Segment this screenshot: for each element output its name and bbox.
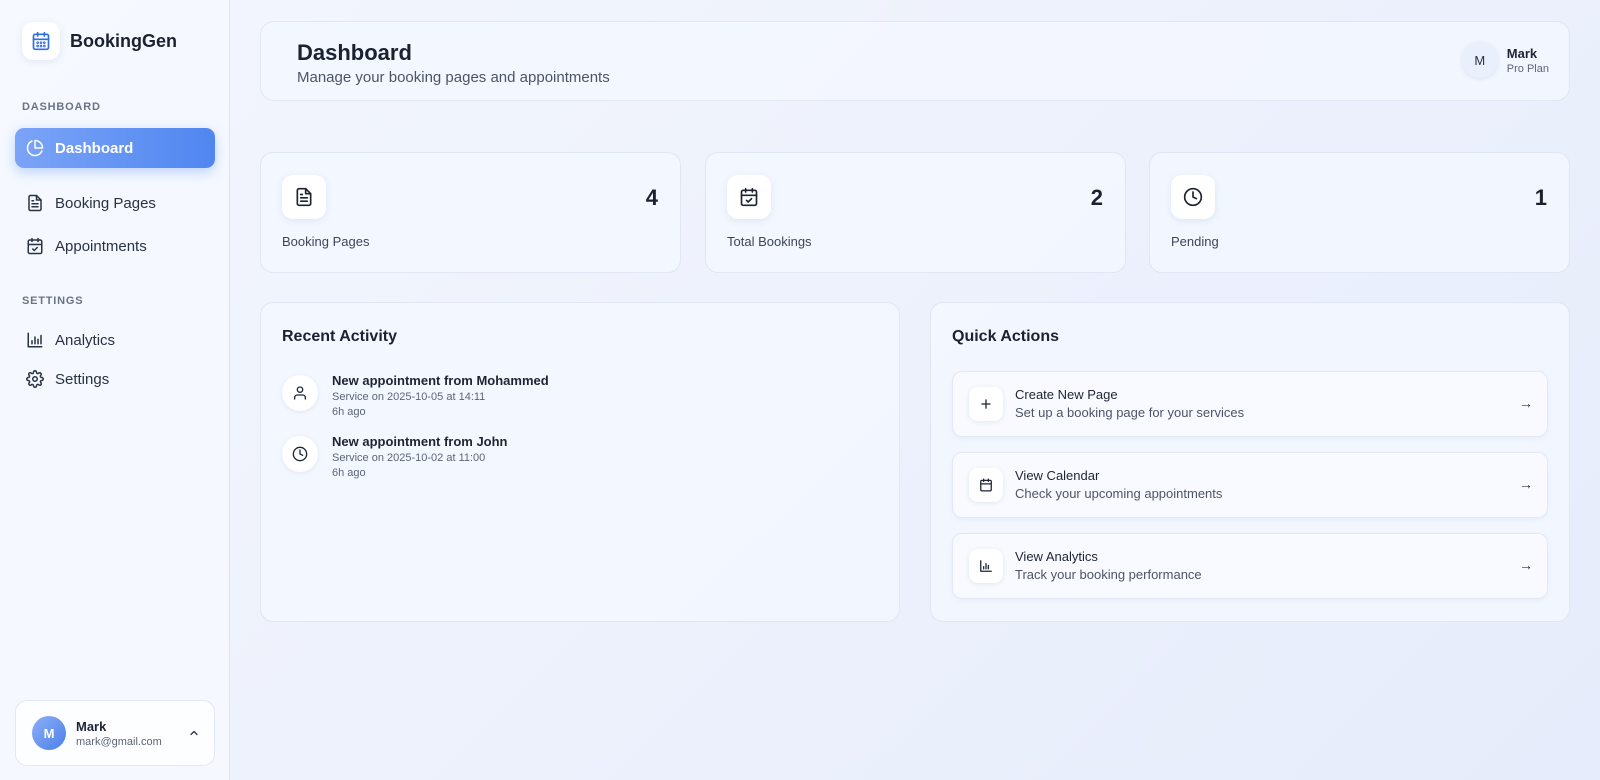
user-name: Mark bbox=[76, 718, 107, 734]
file-text-icon bbox=[282, 175, 326, 219]
panel-title: Recent Activity bbox=[282, 328, 397, 345]
clock-icon bbox=[282, 436, 318, 472]
sidebar-item-analytics[interactable]: Analytics bbox=[15, 320, 215, 360]
stat-value: 2 bbox=[1090, 185, 1103, 210]
list-item[interactable]: New appointment from Mohammed Service on… bbox=[282, 373, 549, 418]
stat-label: Booking Pages bbox=[282, 234, 370, 249]
sidebar-item-label: Appointments bbox=[55, 237, 147, 255]
sidebar-item-label: Settings bbox=[55, 370, 110, 388]
activity-detail: Service on 2025-10-05 at 14:11 bbox=[332, 391, 486, 403]
stat-card-booking-pages: 4 Booking Pages bbox=[260, 152, 681, 273]
bar-chart-icon bbox=[969, 549, 1003, 583]
action-title: Create New Page bbox=[1015, 387, 1118, 402]
user-email: mark@gmail.com bbox=[76, 735, 162, 748]
stat-value: 1 bbox=[1534, 185, 1547, 210]
sidebar-item-booking-pages[interactable]: Booking Pages bbox=[15, 183, 215, 223]
avatar: M bbox=[1461, 42, 1498, 78]
brand[interactable]: BookingGen bbox=[22, 22, 177, 60]
action-title: View Calendar bbox=[1015, 468, 1100, 483]
stat-card-total-bookings: 2 Total Bookings bbox=[705, 152, 1126, 273]
page-header: Dashboard Manage your booking pages and … bbox=[260, 21, 1570, 101]
action-title: View Analytics bbox=[1015, 549, 1098, 564]
calendar-logo-icon bbox=[22, 22, 60, 60]
activity-detail: Service on 2025-10-02 at 11:00 bbox=[332, 452, 486, 464]
arrow-right-icon: → bbox=[1519, 557, 1533, 573]
sidebar-item-settings[interactable]: Settings bbox=[15, 359, 215, 399]
view-analytics-button[interactable]: View Analytics Track your booking perfor… bbox=[952, 533, 1548, 599]
calendar-check-icon bbox=[727, 175, 771, 219]
action-description: Check your upcoming appointments bbox=[1015, 486, 1223, 501]
page-title: Dashboard bbox=[297, 40, 412, 65]
sidebar-item-label: Dashboard bbox=[55, 139, 134, 157]
arrow-right-icon: → bbox=[1519, 476, 1533, 492]
header-user-menu[interactable]: M Mark Pro Plan bbox=[1461, 42, 1549, 78]
activity-time: 6h ago bbox=[332, 467, 366, 479]
pie-chart-icon bbox=[26, 139, 44, 157]
sidebar-item-dashboard[interactable]: Dashboard bbox=[15, 128, 215, 168]
action-description: Track your booking performance bbox=[1015, 567, 1202, 582]
brand-name: BookingGen bbox=[70, 30, 177, 51]
section-label-dashboard: DASHBOARD bbox=[22, 101, 101, 113]
header-user-plan: Pro Plan bbox=[1506, 62, 1549, 75]
recent-activity-panel: Recent Activity New appointment from Moh… bbox=[260, 302, 900, 622]
file-text-icon bbox=[26, 194, 44, 212]
header-user-name: Mark bbox=[1506, 45, 1538, 61]
clock-icon bbox=[1171, 175, 1215, 219]
stat-value: 4 bbox=[645, 185, 658, 210]
activity-title: New appointment from Mohammed bbox=[332, 373, 549, 388]
chevron-up-icon[interactable] bbox=[188, 727, 200, 739]
arrow-right-icon: → bbox=[1519, 395, 1533, 411]
section-label-settings: SETTINGS bbox=[22, 295, 84, 307]
activity-time: 6h ago bbox=[332, 406, 366, 418]
view-calendar-button[interactable]: View Calendar Check your upcoming appoin… bbox=[952, 452, 1548, 518]
avatar: M bbox=[32, 716, 66, 750]
calendar-icon bbox=[969, 468, 1003, 502]
sidebar-user-menu[interactable]: M Mark mark@gmail.com bbox=[15, 700, 215, 766]
activity-title: New appointment from John bbox=[332, 434, 508, 449]
sidebar-item-appointments[interactable]: Appointments bbox=[15, 226, 215, 266]
create-new-page-button[interactable]: Create New Page Set up a booking page fo… bbox=[952, 371, 1548, 437]
page-subtitle: Manage your booking pages and appointmen… bbox=[297, 69, 610, 86]
stat-card-pending: 1 Pending bbox=[1149, 152, 1570, 273]
sidebar-item-label: Booking Pages bbox=[55, 194, 156, 212]
action-description: Set up a booking page for your services bbox=[1015, 405, 1245, 420]
stat-label: Pending bbox=[1171, 234, 1219, 249]
sidebar-item-label: Analytics bbox=[55, 331, 116, 349]
stat-label: Total Bookings bbox=[727, 234, 812, 249]
plus-icon bbox=[969, 387, 1003, 421]
calendar-check-icon bbox=[26, 237, 44, 255]
sidebar: BookingGen DASHBOARD Dashboard Booking P… bbox=[0, 0, 230, 780]
panel-title: Quick Actions bbox=[952, 328, 1059, 345]
list-item[interactable]: New appointment from John Service on 202… bbox=[282, 434, 508, 479]
gear-icon bbox=[26, 370, 44, 388]
user-icon bbox=[282, 375, 318, 411]
quick-actions-panel: Quick Actions Create New Page Set up a b… bbox=[930, 302, 1570, 622]
bar-chart-icon bbox=[26, 331, 44, 349]
